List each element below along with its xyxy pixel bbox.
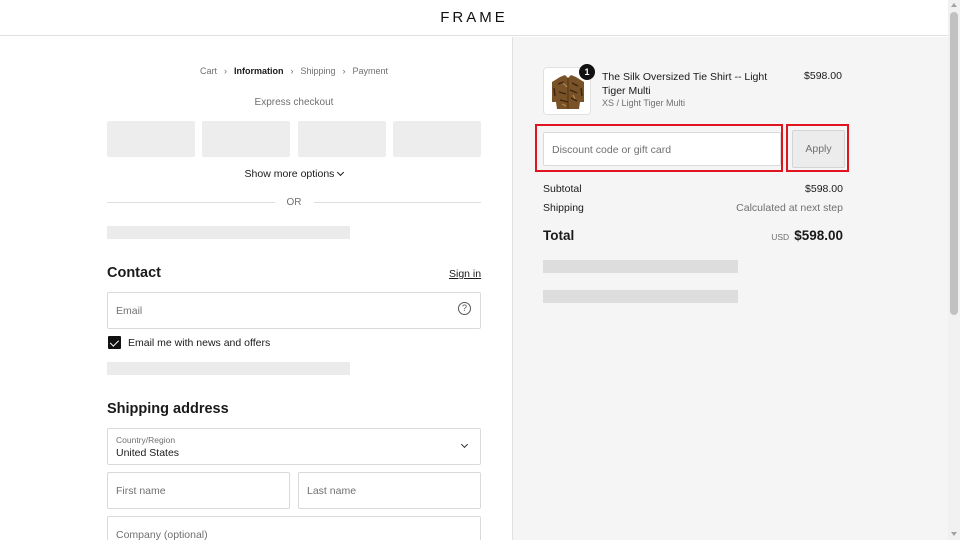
loading-placeholder — [543, 290, 738, 303]
express-checkout-title: Express checkout — [254, 97, 334, 108]
quantity-badge: 1 — [579, 64, 595, 80]
scroll-down-arrow-icon[interactable] — [951, 532, 957, 536]
breadcrumb: Cart › Information › Shipping › Payment — [0, 66, 588, 76]
show-more-options-button[interactable]: Show more options — [107, 168, 481, 180]
total-label: Total — [543, 228, 575, 243]
discount-placeholder: Discount code or gift card — [552, 144, 672, 156]
email-placeholder: Email — [116, 305, 143, 317]
help-icon[interactable]: ? — [458, 302, 471, 315]
chevron-down-icon — [460, 440, 469, 449]
scroll-up-arrow-icon[interactable] — [951, 3, 957, 7]
breadcrumb-information: Information — [233, 66, 284, 76]
total-row: Total USD $598.00 — [543, 228, 843, 243]
country-label: Country/Region — [116, 435, 176, 445]
total-value: $598.00 — [794, 228, 843, 243]
email-field[interactable]: Email ? — [107, 292, 481, 329]
frame-logo[interactable]: FRAME — [0, 9, 948, 26]
newsletter-checkbox[interactable] — [108, 336, 121, 349]
express-pay-button-2[interactable] — [202, 121, 291, 157]
product-name: The Silk Oversized Tie Shirt -- Light Ti… — [602, 71, 768, 97]
divider-line — [107, 202, 275, 203]
shipping-value: Calculated at next step — [736, 202, 843, 214]
order-summary: 1 The Silk Oversized Tie Shirt -- Light … — [512, 37, 948, 540]
country-select[interactable]: Country/Region United States — [107, 428, 481, 465]
sign-in-link[interactable]: Sign in — [449, 268, 481, 280]
breadcrumb-cart[interactable]: Cart — [200, 66, 217, 76]
checkout-main: Cart › Information › Shipping › Payment … — [0, 37, 512, 540]
express-checkout-buttons — [107, 121, 481, 157]
or-divider: OR — [107, 197, 481, 208]
apply-button[interactable]: Apply — [792, 130, 845, 168]
or-label: OR — [286, 197, 302, 208]
shipping-label: Shipping — [543, 202, 584, 214]
first-name-placeholder: First name — [116, 485, 166, 497]
company-field[interactable]: Company (optional) — [107, 516, 481, 540]
currency-code: USD — [771, 232, 790, 242]
express-pay-button-1[interactable] — [107, 121, 195, 157]
express-pay-button-3[interactable] — [297, 121, 386, 157]
show-more-options-label: Show more options — [244, 168, 335, 180]
contact-title: Contact — [107, 265, 161, 281]
chevron-right-icon: › — [342, 66, 346, 76]
newsletter-label: Email me with news and offers — [128, 336, 271, 349]
chevron-right-icon: › — [223, 66, 227, 76]
page-scrollbar[interactable] — [948, 0, 960, 540]
last-name-field[interactable]: Last name — [298, 472, 481, 509]
express-pay-button-4[interactable] — [393, 121, 481, 157]
total-price: USD $598.00 — [771, 228, 843, 243]
loading-placeholder — [543, 260, 738, 273]
shipping-address-title: Shipping address — [107, 401, 229, 417]
shipping-row: Shipping Calculated at next step — [543, 202, 843, 214]
loading-placeholder — [107, 362, 350, 375]
divider-line — [313, 202, 481, 203]
company-placeholder: Company (optional) — [116, 529, 208, 540]
site-header: FRAME — [0, 0, 948, 36]
apply-highlight: Apply — [786, 124, 849, 172]
last-name-placeholder: Last name — [307, 485, 357, 497]
breadcrumb-shipping: Shipping — [300, 66, 336, 76]
discount-highlight: Discount code or gift card — [535, 124, 783, 172]
subtotal-value: $598.00 — [805, 183, 843, 195]
breadcrumb-payment: Payment — [352, 66, 389, 76]
product-price: $598.00 — [804, 70, 842, 82]
newsletter-option[interactable]: Email me with news and offers — [108, 336, 270, 349]
loading-placeholder — [107, 226, 350, 239]
product-variant: XS / Light Tiger Multi — [602, 98, 686, 108]
discount-code-input[interactable]: Discount code or gift card — [543, 132, 781, 166]
country-value: United States — [116, 447, 180, 459]
first-name-field[interactable]: First name — [107, 472, 290, 509]
subtotal-label: Subtotal — [543, 183, 582, 195]
scrollbar-thumb[interactable] — [950, 12, 958, 315]
chevron-right-icon: › — [290, 66, 294, 76]
chevron-down-icon — [337, 168, 345, 177]
subtotal-row: Subtotal $598.00 — [543, 183, 843, 195]
